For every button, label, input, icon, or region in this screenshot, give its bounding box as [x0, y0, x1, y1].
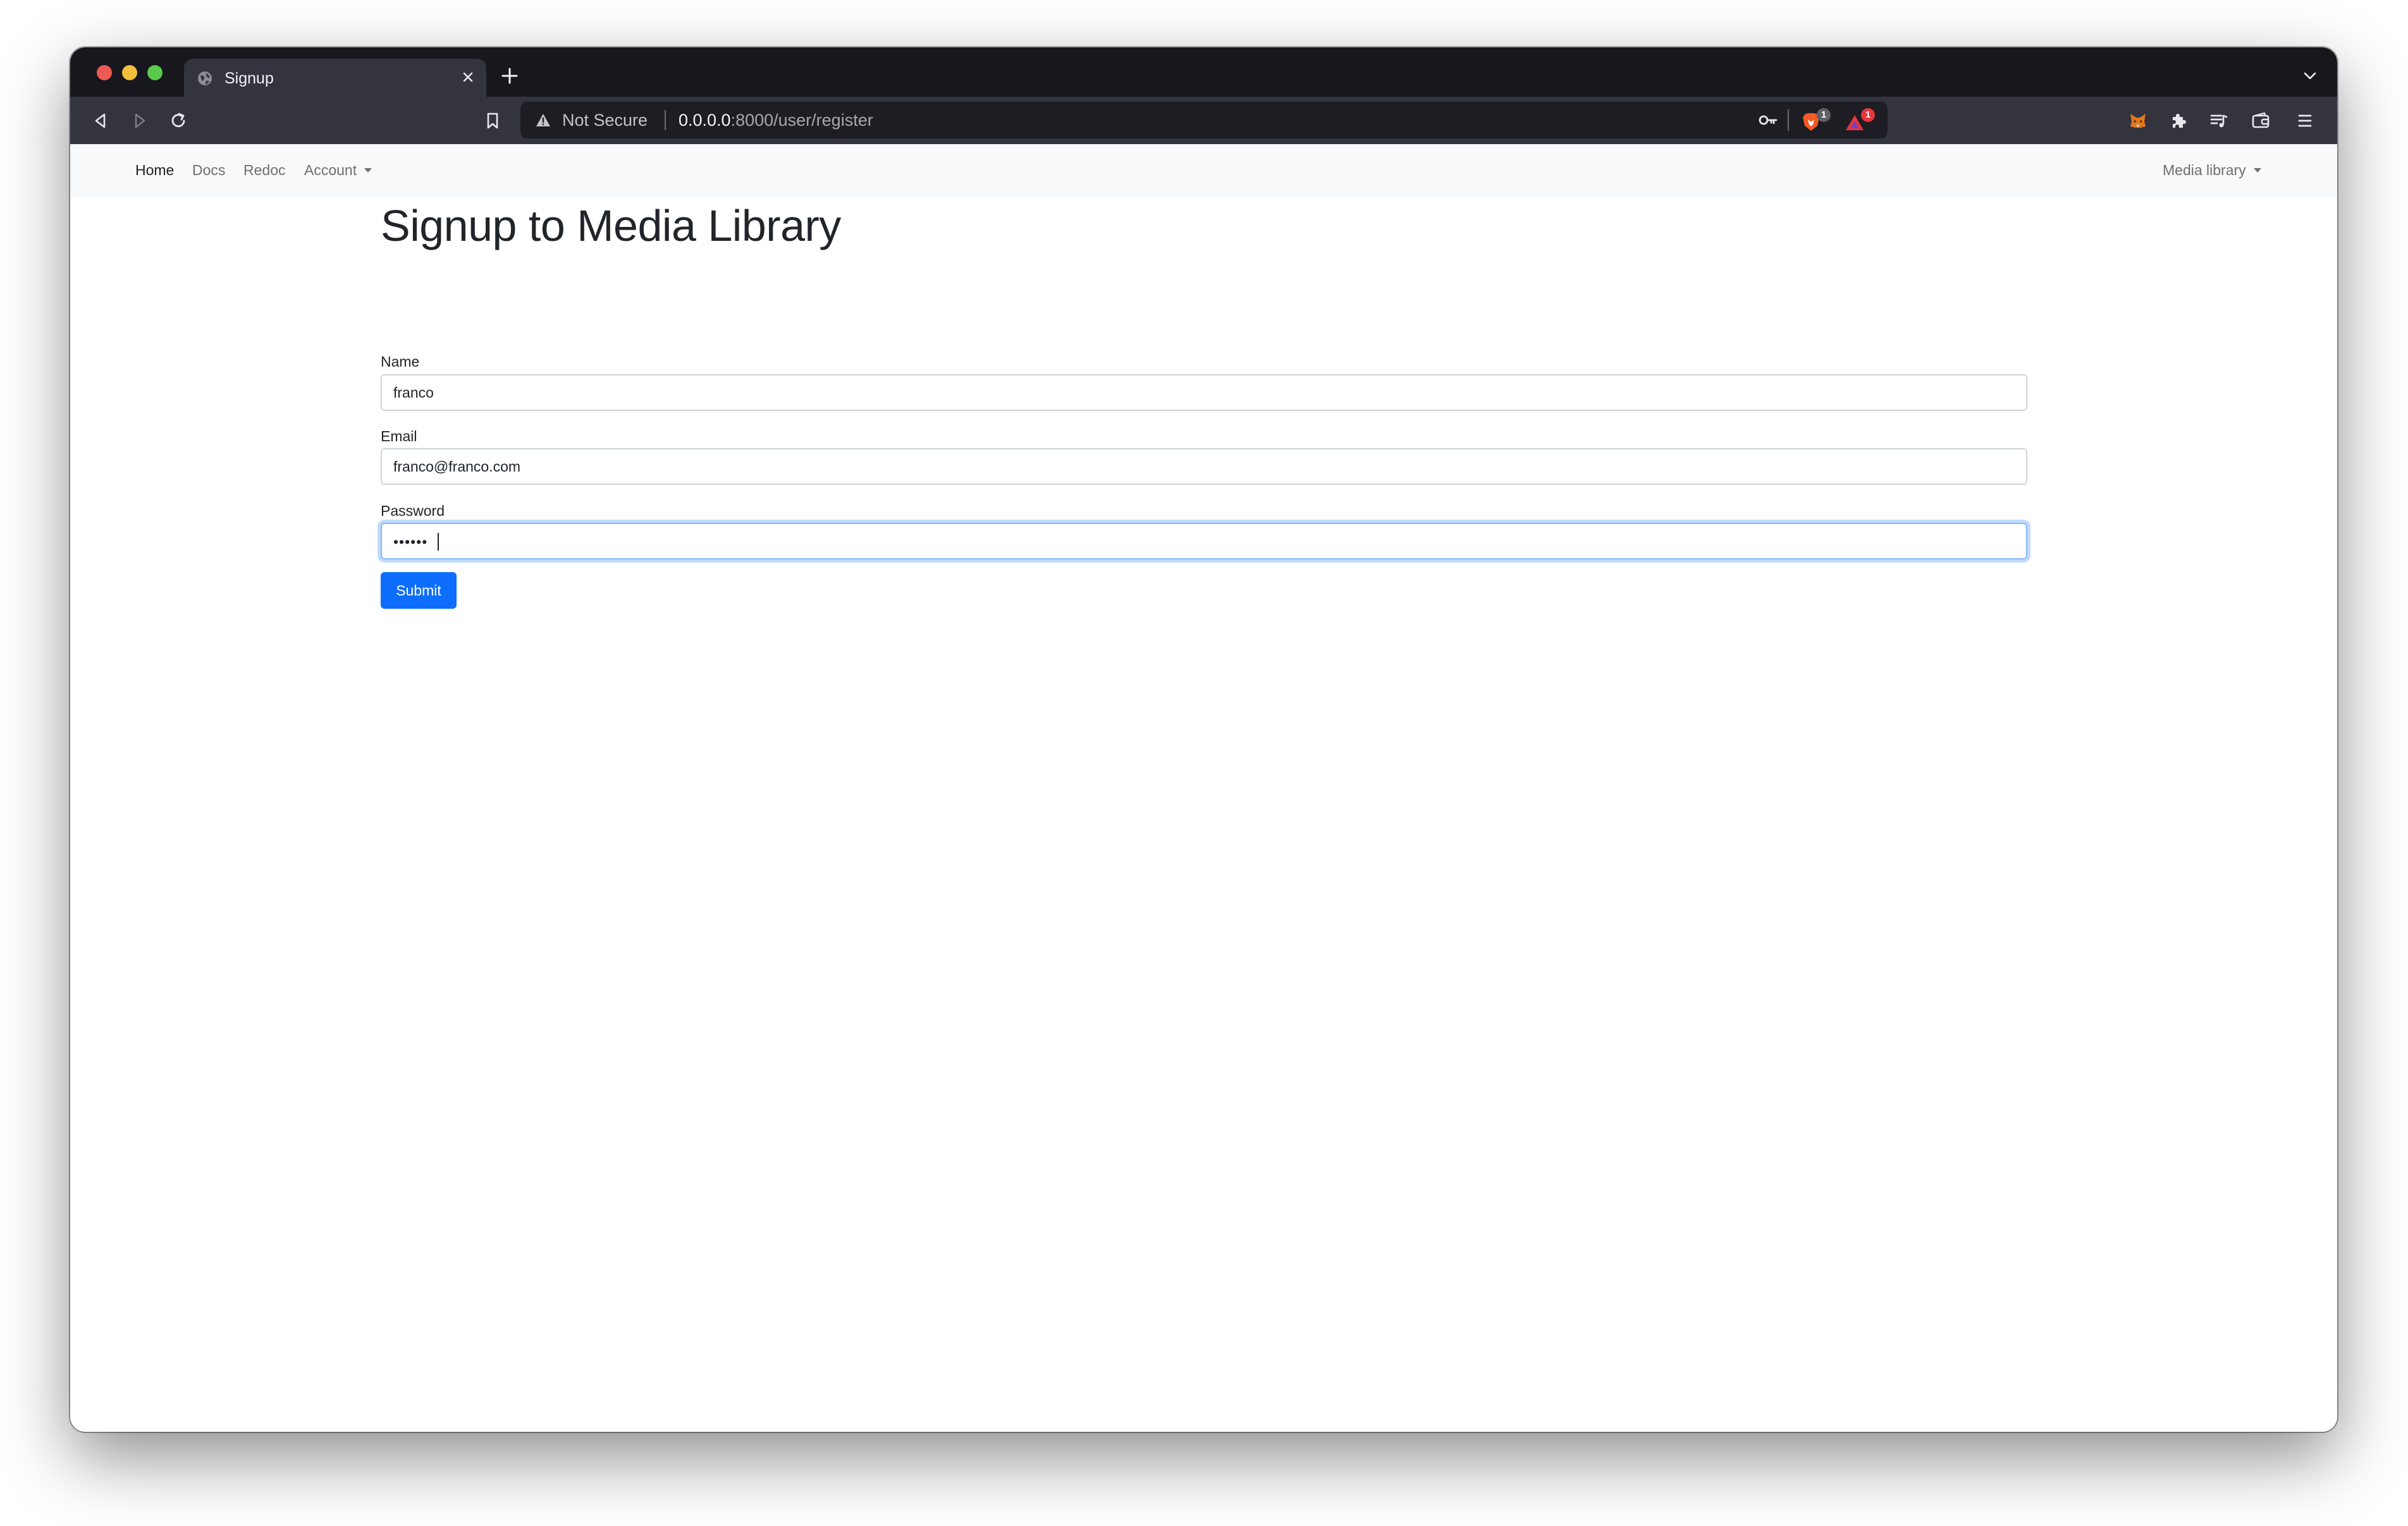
- globe-icon: [198, 71, 212, 85]
- email-label: Email: [381, 428, 417, 444]
- reload-icon[interactable]: [168, 111, 188, 131]
- url-host: 0.0.0.0: [679, 111, 731, 130]
- rewards-count-badge: 1: [1861, 108, 1875, 122]
- close-tab-icon[interactable]: [458, 68, 477, 87]
- warning-icon: [536, 114, 550, 126]
- wallet-icon[interactable]: [2251, 111, 2271, 131]
- caret-down-icon: [364, 168, 372, 173]
- metamask-fox-icon[interactable]: [2128, 111, 2148, 131]
- shields-count-badge: 1: [1817, 108, 1831, 122]
- page-viewport: Home Docs Redoc Account Media library Si…: [70, 144, 2337, 1432]
- password-masked-value: ••••••: [393, 534, 428, 550]
- nav-docs-link[interactable]: Docs: [192, 161, 225, 180]
- tab-title: Signup: [224, 70, 274, 87]
- media-library-label: Media library: [2163, 162, 2246, 178]
- tab-signup[interactable]: Signup: [184, 59, 486, 98]
- security-status-label: Not Secure: [562, 111, 648, 130]
- nav-redoc-link[interactable]: Redoc: [243, 161, 285, 180]
- nav-account-dropdown[interactable]: Account: [304, 161, 372, 180]
- name-field[interactable]: [381, 374, 2027, 411]
- address-divider: [665, 110, 666, 130]
- chevron-down-icon[interactable]: [2302, 68, 2318, 84]
- nav-account-label: Account: [304, 162, 357, 178]
- new-tab-icon[interactable]: [500, 66, 519, 85]
- forward-icon[interactable]: [130, 111, 150, 131]
- media-library-dropdown[interactable]: Media library: [2163, 161, 2261, 180]
- brave-rewards-button[interactable]: 1: [1842, 108, 1875, 133]
- brave-shields-button[interactable]: 1: [1799, 108, 1832, 133]
- url-text: 0.0.0.0:8000/user/register: [679, 111, 873, 130]
- bookmark-icon[interactable]: [482, 111, 503, 131]
- url-path: :8000/user/register: [730, 111, 873, 130]
- address-bar[interactable]: Not Secure 0.0.0.0:8000/user/register 1: [520, 102, 1888, 138]
- password-label: Password: [381, 503, 445, 519]
- key-icon[interactable]: [1758, 111, 1778, 130]
- name-label: Name: [381, 353, 420, 370]
- back-icon[interactable]: [90, 111, 111, 131]
- nav-home-link[interactable]: Home: [135, 161, 174, 180]
- submit-button[interactable]: Submit: [381, 572, 457, 609]
- extensions-puzzle-icon[interactable]: [2168, 111, 2189, 131]
- text-cursor: [438, 533, 439, 551]
- screenshot-stage: Signup Not Secure 0.0.0.0:8000/user/regi…: [0, 0, 2408, 1526]
- password-field[interactable]: ••••••: [381, 523, 2027, 559]
- maximize-window-button[interactable]: [147, 65, 163, 80]
- email-field[interactable]: [381, 448, 2027, 485]
- caret-down-icon: [2253, 168, 2261, 173]
- menu-hamburger-icon[interactable]: [2295, 111, 2315, 131]
- site-navbar: Home Docs Redoc Account Media library: [70, 144, 2337, 197]
- minimize-window-button[interactable]: [122, 65, 137, 80]
- page-title: Signup to Media Library: [381, 201, 841, 250]
- address-divider-2: [1788, 109, 1789, 131]
- playlist-icon[interactable]: [2209, 111, 2229, 131]
- tab-strip: Signup: [70, 47, 2337, 98]
- close-window-button[interactable]: [97, 65, 112, 80]
- browser-window: Signup Not Secure 0.0.0.0:8000/user/regi…: [70, 47, 2337, 1432]
- browser-toolbar: Not Secure 0.0.0.0:8000/user/register 1: [70, 97, 2337, 144]
